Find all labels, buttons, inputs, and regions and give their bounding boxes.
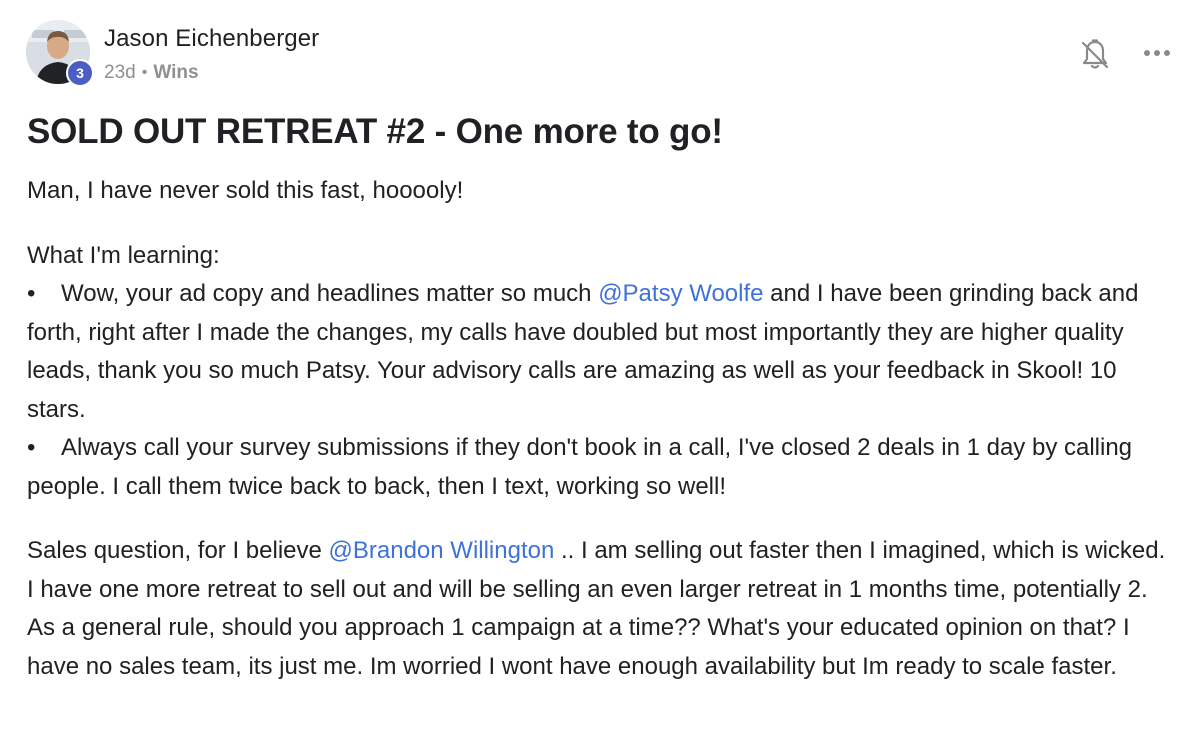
question-text-start: Sales question, for I believe bbox=[27, 537, 329, 564]
learning-list: • Wow, your ad copy and headlines matter … bbox=[27, 275, 1172, 506]
mention-brandon-willington[interactable]: @Brandon Willington bbox=[329, 537, 555, 564]
post-body: Man, I have never sold this fast, hooool… bbox=[27, 172, 1172, 686]
bell-off-icon[interactable] bbox=[1080, 38, 1110, 72]
bullet2-text: Always call your survey submissions if t… bbox=[27, 434, 1133, 500]
author-avatar-container[interactable]: 3 bbox=[26, 20, 94, 87]
post-category[interactable]: Wins bbox=[153, 62, 198, 84]
level-badge: 3 bbox=[66, 59, 94, 87]
list-item: • Always call your survey submissions if … bbox=[27, 429, 1172, 506]
post-time: 23d bbox=[104, 62, 136, 83]
meta-separator: • bbox=[141, 64, 148, 81]
post-card: 3 Jason Eichenberger 23d • Wins SOLD OUT… bbox=[0, 0, 1190, 748]
learning-heading: What I'm learning: bbox=[27, 241, 220, 269]
bullet1-text-start: Wow, your ad copy and headlines matter s… bbox=[61, 280, 599, 307]
mention-patsy-woolfe[interactable]: @Patsy Woolfe bbox=[598, 280, 763, 307]
post-intro: Man, I have never sold this fast, hooool… bbox=[27, 177, 464, 204]
post-meta: 23d • Wins bbox=[104, 62, 199, 84]
more-horizontal-icon[interactable] bbox=[1142, 42, 1172, 64]
list-item: • Wow, your ad copy and headlines matter … bbox=[27, 275, 1172, 429]
bullet-glyph: • bbox=[27, 434, 36, 461]
sales-question: Sales question, for I believe @Brandon W… bbox=[27, 532, 1172, 686]
post-title: SOLD OUT RETREAT #2 - One more to go! bbox=[27, 112, 723, 151]
author-name[interactable]: Jason Eichenberger bbox=[104, 25, 319, 53]
bullet-glyph: • bbox=[27, 280, 36, 307]
